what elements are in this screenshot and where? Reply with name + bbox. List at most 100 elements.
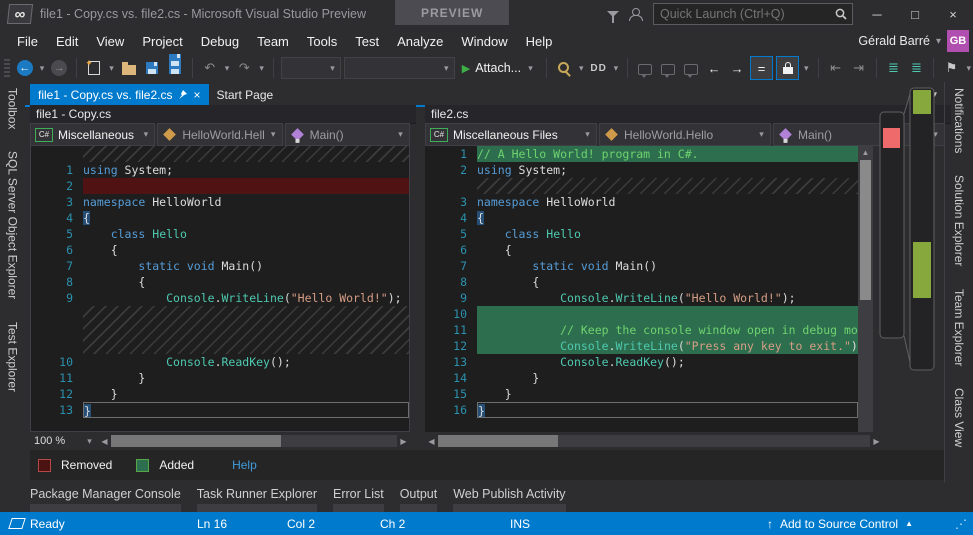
scroll-up-icon[interactable]: ▲ bbox=[862, 148, 870, 157]
code-line[interactable]: 1using System; bbox=[31, 162, 409, 178]
tool-window-tab-class-view[interactable]: Class View bbox=[952, 388, 966, 447]
scrollbar-thumb[interactable] bbox=[111, 435, 281, 447]
panel-tab-output[interactable]: Output bbox=[400, 483, 438, 512]
code-line[interactable]: 1// A Hello World! program in C#. bbox=[425, 146, 858, 162]
configuration-combo[interactable]: ▾ bbox=[281, 57, 341, 79]
code-line[interactable]: 4{ bbox=[425, 210, 858, 226]
code-line[interactable]: 13 Console.ReadKey(); bbox=[425, 354, 858, 370]
menu-edit[interactable]: Edit bbox=[47, 30, 87, 53]
prev-comment-button[interactable] bbox=[658, 57, 678, 79]
add-to-source-control-button[interactable]: ↑ Add to Source Control ▲ bbox=[767, 512, 913, 535]
menu-team[interactable]: Team bbox=[248, 30, 298, 53]
toolbar-drag-handle[interactable] bbox=[4, 59, 10, 77]
nav-dropdown-helloworld-hello[interactable]: HelloWorld.Hello▾ bbox=[599, 123, 771, 146]
scroll-left-icon[interactable]: ◀ bbox=[98, 437, 111, 446]
code-line[interactable]: 2 bbox=[31, 178, 409, 194]
navigate-back-button[interactable]: ← bbox=[15, 57, 35, 79]
undo-dropdown-icon[interactable]: ▾ bbox=[223, 63, 232, 74]
next-comment-button[interactable] bbox=[681, 57, 701, 79]
tool-window-tab-toolbox[interactable]: Toolbox bbox=[6, 88, 20, 129]
panel-tab-web-publish-activity[interactable]: Web Publish Activity bbox=[453, 483, 565, 512]
scrollbar-thumb[interactable] bbox=[860, 160, 871, 300]
menu-window[interactable]: Window bbox=[452, 30, 516, 53]
diff-overview-map[interactable] bbox=[876, 82, 945, 386]
code-line[interactable]: 4{ bbox=[31, 210, 409, 226]
code-line[interactable]: 12 } bbox=[31, 386, 409, 402]
code-line[interactable]: 8 { bbox=[31, 274, 409, 290]
compare-mode-button[interactable]: DD bbox=[589, 57, 609, 79]
code-line[interactable]: 3namespace HelloWorld bbox=[31, 194, 409, 210]
menu-debug[interactable]: Debug bbox=[192, 30, 248, 53]
save-button[interactable] bbox=[142, 57, 162, 79]
scroll-right-icon[interactable]: ▶ bbox=[397, 437, 410, 446]
code-line[interactable]: 15 } bbox=[425, 386, 858, 402]
menu-analyze[interactable]: Analyze bbox=[388, 30, 452, 53]
code-line[interactable]: 5 class Hello bbox=[31, 226, 409, 242]
redo-dropdown-icon[interactable]: ▾ bbox=[257, 63, 266, 74]
resize-grip[interactable]: ⋰ bbox=[955, 512, 967, 535]
undo-button[interactable]: ↶ bbox=[200, 57, 220, 79]
code-line[interactable]: 9 Console.WriteLine("Hello World!"); bbox=[425, 290, 858, 306]
tool-window-tab-solution-explorer[interactable]: Solution Explorer bbox=[952, 175, 966, 266]
nav-dropdown-main[interactable]: Main()▾ bbox=[285, 123, 410, 146]
menu-view[interactable]: View bbox=[87, 30, 133, 53]
menu-file[interactable]: File bbox=[8, 30, 47, 53]
new-file-button[interactable]: ✦ bbox=[84, 57, 104, 79]
add-comment-button[interactable] bbox=[635, 57, 655, 79]
code-line[interactable]: 11 // Keep the console window open in de… bbox=[425, 322, 858, 338]
code-line[interactable]: 11 } bbox=[31, 370, 409, 386]
code-line[interactable]: 10 bbox=[425, 306, 858, 322]
redo-button[interactable]: ↷ bbox=[234, 57, 254, 79]
compare-dropdown-icon[interactable]: ▾ bbox=[612, 63, 621, 74]
code-line[interactable]: 7 static void Main() bbox=[31, 258, 409, 274]
vertical-scrollbar[interactable]: ▲ ▼ bbox=[858, 146, 873, 444]
code-line[interactable]: 2using System; bbox=[425, 162, 858, 178]
right-code-editor[interactable]: 1// A Hello World! program in C#.2using … bbox=[425, 146, 858, 432]
code-line[interactable]: 13} bbox=[31, 402, 409, 418]
toolbar-overflow-icon[interactable]: ▾ bbox=[964, 63, 973, 74]
panel-tab-task-runner-explorer[interactable]: Task Runner Explorer bbox=[197, 483, 317, 512]
code-line[interactable]: 16} bbox=[425, 402, 858, 418]
scrollbar-thumb[interactable] bbox=[438, 435, 558, 447]
code-line[interactable]: 8 { bbox=[425, 274, 858, 290]
new-file-dropdown-icon[interactable]: ▾ bbox=[107, 63, 116, 74]
zoom-select[interactable]: 100 % ▾ bbox=[30, 433, 98, 449]
code-line[interactable]: 6 { bbox=[31, 242, 409, 258]
code-line[interactable]: 12 Console.WriteLine("Press any key to e… bbox=[425, 338, 858, 354]
tab-close-icon[interactable]: × bbox=[193, 89, 200, 101]
diff-options-dropdown-icon[interactable]: ▾ bbox=[802, 63, 811, 74]
maximize-button[interactable]: □ bbox=[901, 3, 929, 25]
quick-launch-box[interactable] bbox=[653, 3, 853, 25]
next-difference-button[interactable]: → bbox=[727, 57, 747, 79]
nav-dropdown-miscellaneous-files[interactable]: C#Miscellaneous Files▾ bbox=[425, 123, 597, 146]
panel-tab-error-list[interactable]: Error List bbox=[333, 483, 384, 512]
decrease-indent-button[interactable]: ≣ bbox=[883, 57, 903, 79]
quick-launch-input[interactable] bbox=[654, 7, 835, 21]
account-box[interactable]: Gérald Barré ▾ GB bbox=[858, 30, 973, 52]
close-button[interactable]: × bbox=[939, 3, 967, 25]
help-link[interactable]: Help bbox=[232, 458, 257, 472]
open-file-button[interactable] bbox=[119, 57, 139, 79]
code-line[interactable]: 7 static void Main() bbox=[425, 258, 858, 274]
menu-project[interactable]: Project bbox=[133, 30, 191, 53]
menu-help[interactable]: Help bbox=[517, 30, 562, 53]
increase-indent-button[interactable]: ≣ bbox=[906, 57, 926, 79]
scroll-left-icon[interactable]: ◀ bbox=[425, 437, 438, 446]
synchronize-views-toggle[interactable] bbox=[776, 56, 799, 80]
code-line[interactable]: 3namespace HelloWorld bbox=[425, 194, 858, 210]
minimize-button[interactable]: ─ bbox=[863, 3, 891, 25]
navigate-forward-button[interactable]: → bbox=[49, 57, 69, 79]
nav-dropdown-miscellaneous-fi[interactable]: C#Miscellaneous Fi▾ bbox=[30, 123, 155, 146]
code-line[interactable]: 6 { bbox=[425, 242, 858, 258]
platform-combo[interactable]: ▾ bbox=[344, 57, 455, 79]
previous-difference-button[interactable]: ← bbox=[704, 57, 724, 79]
tool-window-tab-sql-server-object-explorer[interactable]: SQL Server Object Explorer bbox=[6, 151, 20, 299]
save-all-button[interactable] bbox=[165, 57, 185, 79]
left-horizontal-scrollbar[interactable] bbox=[111, 435, 397, 447]
panel-tab-package-manager-console[interactable]: Package Manager Console bbox=[30, 483, 181, 512]
code-line[interactable]: 9 Console.WriteLine("Hello World!"); bbox=[31, 290, 409, 306]
attach-button[interactable]: ▶ Attach... ▾ bbox=[458, 57, 539, 79]
code-line[interactable]: 10 Console.ReadKey(); bbox=[31, 354, 409, 370]
shift-left-button[interactable]: ⇤ bbox=[826, 57, 846, 79]
avatar[interactable]: GB bbox=[947, 30, 969, 52]
